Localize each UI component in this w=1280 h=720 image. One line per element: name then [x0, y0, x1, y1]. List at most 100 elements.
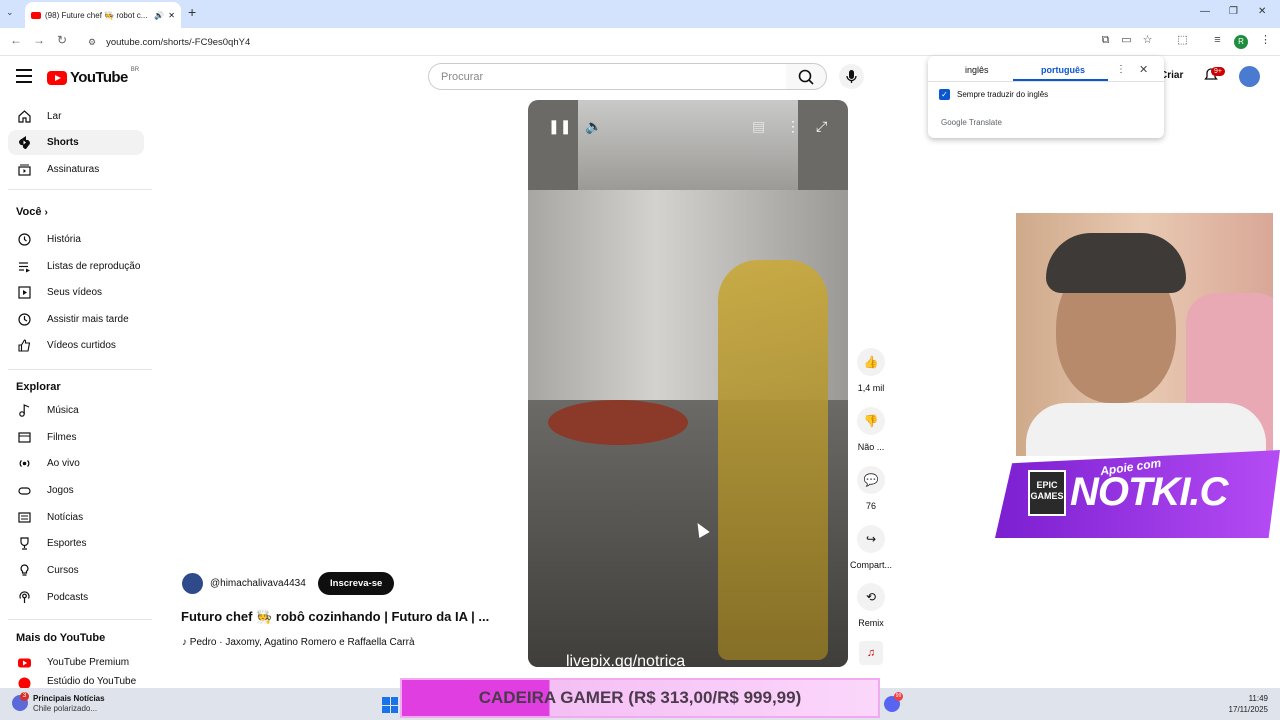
video-watermark: livepix.gg/notrica	[566, 653, 686, 667]
tab-audio-icon[interactable]: 🔊	[154, 11, 164, 20]
subscriptions-icon	[17, 162, 32, 177]
extensions-icon[interactable]: ⬚	[1176, 34, 1189, 47]
webcam-hair	[1046, 233, 1186, 293]
subscribe-button[interactable]: Inscreva-se	[318, 572, 395, 595]
liked-videos-icon	[17, 338, 32, 353]
sidebar-item-sports[interactable]: Esportes	[8, 531, 144, 556]
translate-more-icon[interactable]: ⋮	[1116, 64, 1126, 75]
sidebar-item-gaming[interactable]: Jogos	[8, 478, 144, 503]
tab-title: (98) Future chef 🧑‍🍳 robot c...	[45, 10, 148, 20]
sidebar-item-news[interactable]: Notícias	[8, 505, 144, 530]
sidebar-item-shorts[interactable]: Shorts	[8, 130, 144, 155]
video-frame-hood	[578, 100, 798, 190]
menu-icon[interactable]	[16, 69, 32, 83]
youtube-logo[interactable]: YouTube BR	[47, 67, 140, 86]
window-close-icon[interactable]: ✕	[1258, 6, 1266, 17]
audio-thumbnail-icon[interactable]: ♫	[859, 641, 883, 665]
live-icon	[17, 456, 32, 471]
like-action[interactable]: 👍 1,4 mil	[846, 348, 896, 393]
short-video-player[interactable]: ❚❚ 🔈 ▤ ⋮ ⤢ livepix.gg/notrica	[528, 100, 848, 667]
sidebar-item-youtube-premium[interactable]: YouTube Premium	[8, 650, 144, 675]
fullscreen-icon[interactable]: ⤢	[816, 118, 827, 135]
browser-tab[interactable]: (98) Future chef 🧑‍🍳 robot c... 🔊 ✕	[25, 2, 181, 28]
sidebar-item-music[interactable]: Música	[8, 398, 144, 423]
dislike-action[interactable]: 👎 Não ...	[846, 407, 896, 452]
music-line[interactable]: ♪ Pedro · Jaxomy, Agatino Romero e Raffa…	[182, 637, 415, 648]
forward-icon[interactable]: →	[33, 33, 45, 47]
sidebar-divider	[8, 189, 152, 190]
translate-icon[interactable]: ⧉	[1099, 34, 1112, 47]
sidebar-item-home[interactable]: Lar	[8, 104, 144, 129]
movies-icon	[17, 430, 32, 445]
site-info-icon[interactable]: ⚙	[88, 37, 96, 48]
music-credit: Pedro · Jaxomy, Agatino Romero e Raffael…	[189, 637, 415, 648]
browser-menu-icon[interactable]: ⋮	[1259, 34, 1272, 47]
always-translate-label: Sempre traduzir do inglês	[957, 90, 1049, 99]
sidebar-item-courses[interactable]: Cursos	[8, 558, 144, 583]
sidebar-item-label: Filmes	[47, 432, 77, 443]
share-icon[interactable]: ↪	[857, 525, 885, 553]
country-code: BR	[130, 67, 140, 73]
search-input[interactable]: Procurar	[428, 63, 787, 90]
sidebar-item-watch-later[interactable]: Assistir mais tarde	[8, 307, 144, 332]
short-title[interactable]: Futuro chef 🧑‍🍳 robô cozinhando | Futuro…	[181, 609, 489, 625]
tab-source-language[interactable]: inglês	[965, 65, 989, 75]
remix-icon[interactable]: ⟲	[857, 583, 885, 611]
comments-action[interactable]: 💬 76	[846, 466, 896, 511]
sidebar-item-youtube-studio[interactable]: Estúdio do YouTube	[8, 676, 144, 688]
sidebar-item-liked-videos[interactable]: Vídeos curtidos	[8, 333, 144, 358]
youtube-favicon-icon	[31, 11, 41, 19]
news-widget-subtitle[interactable]: Chile polarizado...	[33, 704, 97, 713]
thumbs-up-icon[interactable]: 👍	[857, 348, 885, 376]
restore-icon[interactable]: ❐	[1229, 6, 1238, 17]
reload-icon[interactable]: ↻	[57, 33, 67, 47]
sidebar-item-label: Notícias	[47, 512, 84, 523]
sidebar-item-podcasts[interactable]: Podcasts	[8, 585, 144, 610]
cast-icon[interactable]: ▭	[1120, 34, 1133, 47]
captions-icon[interactable]: ▤	[752, 118, 765, 135]
share-action[interactable]: ↪ Compart...	[846, 525, 896, 570]
news-icon	[17, 510, 32, 525]
playlists-icon	[17, 259, 32, 274]
bookmark-star-icon[interactable]: ☆	[1141, 34, 1154, 47]
thumbs-down-icon[interactable]: 👎	[857, 407, 885, 435]
comment-icon[interactable]: 💬	[857, 466, 885, 494]
pause-icon[interactable]: ❚❚	[548, 118, 571, 135]
browser-profile-avatar[interactable]: R	[1234, 35, 1248, 49]
volume-icon[interactable]: 🔈	[585, 118, 602, 135]
always-translate-checkbox[interactable]: ✓	[939, 89, 950, 100]
sidebar-item-history[interactable]: História	[8, 227, 144, 252]
sidebar-item-playlists[interactable]: Listas de reprodução	[8, 254, 144, 279]
more-options-icon[interactable]: ⋮	[786, 118, 800, 135]
remix-action[interactable]: ⟲ Remix	[846, 583, 896, 628]
sidebar-item-subscriptions[interactable]: Assinaturas	[8, 157, 144, 182]
history-icon	[17, 232, 32, 247]
news-widget-title[interactable]: Principais Notícias	[33, 694, 105, 703]
back-icon[interactable]: ←	[10, 33, 22, 47]
sidebar-item-your-videos[interactable]: Seus vídeos	[8, 280, 144, 305]
sidebar-item-live[interactable]: Ao vivo	[8, 451, 144, 476]
translate-text: Translate	[968, 118, 1002, 127]
translate-close-icon[interactable]: ✕	[1139, 63, 1148, 76]
address-bar[interactable]: ⚙ youtube.com/shorts/-FC9es0qhY4	[80, 32, 1165, 52]
search-button[interactable]	[786, 63, 827, 90]
share-label: Compart...	[849, 560, 892, 570]
tab-search-icon[interactable]: ⌄	[6, 7, 14, 18]
sidebar-item-movies[interactable]: Filmes	[8, 425, 144, 450]
account-avatar[interactable]	[1239, 66, 1260, 87]
windows-start-icon[interactable]	[382, 697, 398, 713]
minimize-icon[interactable]: —	[1200, 6, 1210, 17]
tab-target-language[interactable]: português	[1041, 65, 1085, 75]
sidebar-you-heading[interactable]: Você ›	[16, 206, 48, 218]
channel-name[interactable]: @himachalivava4434	[210, 578, 306, 589]
sidebar-item-label: História	[47, 234, 81, 245]
channel-avatar[interactable]	[182, 573, 203, 594]
new-tab-button[interactable]: +	[188, 4, 196, 20]
sports-icon	[17, 536, 32, 551]
system-clock[interactable]: 11:49 17/11/2025	[1210, 693, 1268, 715]
dislike-label: Não ...	[857, 442, 885, 452]
media-control-icon[interactable]: ≡	[1211, 34, 1224, 47]
tab-close-icon[interactable]: ✕	[168, 11, 175, 20]
video-frame-robot	[718, 260, 828, 660]
voice-search-button[interactable]	[839, 64, 864, 89]
